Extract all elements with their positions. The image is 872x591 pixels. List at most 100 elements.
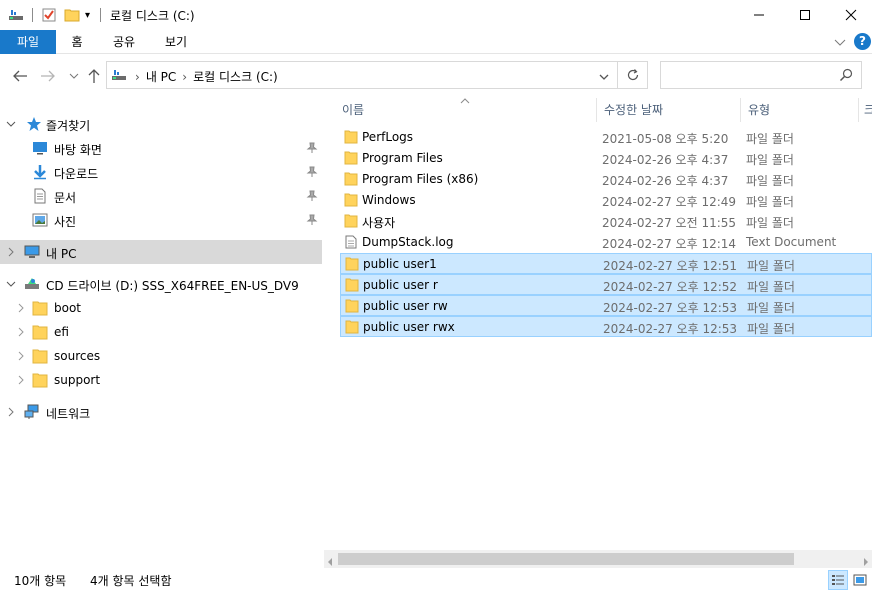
properties-icon[interactable]: [41, 5, 57, 25]
pin-icon[interactable]: [306, 166, 318, 178]
download-icon: [34, 165, 46, 180]
details-view-button[interactable]: [828, 570, 848, 590]
file-date: 2021-05-08 오후 5:20: [602, 132, 729, 146]
file-row[interactable]: public user r 2024-02-27 오후 12:52 파일 폴더: [340, 274, 872, 295]
breadcrumb-separator[interactable]: ›: [135, 70, 140, 84]
file-row[interactable]: public user1 2024-02-27 오후 12:51 파일 폴더: [340, 253, 872, 274]
sidebar-item-quick-access[interactable]: 즐겨찾기: [0, 112, 322, 136]
back-button[interactable]: [10, 66, 30, 86]
sidebar-item-label: 문서: [54, 191, 77, 205]
close-button[interactable]: [828, 0, 872, 30]
drive-icon[interactable]: [8, 5, 24, 25]
sidebar-item-label: 즐겨찾기: [46, 119, 91, 133]
search-input[interactable]: [660, 61, 862, 89]
pin-icon[interactable]: [306, 190, 318, 202]
file-row[interactable]: DumpStack.log 2024-02-27 오후 12:14 Text Doc…: [340, 232, 872, 253]
column-divider[interactable]: [740, 98, 741, 122]
sidebar-item-efi[interactable]: efi: [0, 320, 322, 344]
file-row[interactable]: Program Files 2024-02-26 오후 4:37 파일 폴더: [340, 148, 872, 169]
scrollbar-thumb[interactable]: [338, 553, 794, 565]
help-icon[interactable]: ?: [854, 33, 871, 50]
customize-quick-access-icon[interactable]: ▾: [85, 5, 90, 25]
minimize-button[interactable]: [736, 0, 782, 30]
breadcrumb-this-pc[interactable]: 내 PC: [146, 68, 176, 85]
file-type: 파일 폴더: [747, 280, 795, 294]
file-date: 2024-02-26 오후 4:37: [602, 174, 729, 188]
pin-icon[interactable]: [306, 214, 318, 226]
horizontal-scrollbar[interactable]: [324, 550, 872, 568]
toolbar-divider: [100, 8, 101, 22]
file-type: 파일 폴더: [747, 322, 795, 336]
column-header-type[interactable]: 유형: [748, 96, 770, 124]
sidebar-item-desktop[interactable]: 바탕 화면: [0, 136, 322, 160]
sidebar-item-support[interactable]: support: [0, 368, 322, 392]
file-list: 이름 수정한 날짜 유형 크 PerfLogs 2021-05-08 오후 5:2…: [324, 96, 872, 568]
column-header-date[interactable]: 수정한 날짜: [604, 96, 663, 124]
tab-home[interactable]: 홈: [60, 30, 94, 54]
sidebar-item-sources[interactable]: sources: [0, 344, 322, 368]
file-name: DumpStack.log: [362, 235, 454, 249]
file-date: 2024-02-27 오후 12:49: [602, 195, 737, 209]
sidebar-item-cd-drive[interactable]: CD 드라이브 (D:) SSS_X64FREE_EN-US_DV9: [0, 272, 322, 296]
chevron-right-icon[interactable]: [16, 303, 26, 313]
file-row[interactable]: 사용자 2024-02-27 오전 11:55 파일 폴더: [340, 211, 872, 232]
file-row[interactable]: PerfLogs 2021-05-08 오후 5:20 파일 폴더: [340, 127, 872, 148]
sidebar-item-label: efi: [54, 325, 69, 339]
column-divider[interactable]: [596, 98, 597, 122]
file-name: Windows: [362, 193, 416, 207]
sidebar-item-boot[interactable]: boot: [0, 296, 322, 320]
refresh-button[interactable]: [618, 61, 648, 89]
sidebar-item-pictures[interactable]: 사진: [0, 208, 322, 232]
scroll-left-icon[interactable]: [327, 555, 333, 569]
folder-icon: [344, 151, 358, 165]
breadcrumb-separator[interactable]: ›: [182, 70, 187, 84]
file-name: public user rwx: [363, 320, 455, 334]
large-icons-view-button[interactable]: [850, 570, 870, 590]
file-date: 2024-02-27 오후 12:51: [603, 259, 738, 273]
sidebar-item-label: CD 드라이브 (D:) SSS_X64FREE_EN-US_DV9: [46, 279, 299, 293]
address-bar[interactable]: › 내 PC › 로컬 디스크 (C:): [106, 61, 618, 89]
recent-locations-button[interactable]: [64, 66, 84, 86]
file-row[interactable]: public user rw 2024-02-27 오후 12:53 파일 폴더: [340, 295, 872, 316]
new-folder-icon[interactable]: [64, 5, 80, 25]
chevron-right-icon[interactable]: [6, 247, 16, 257]
forward-button[interactable]: [38, 66, 58, 86]
sidebar-item-this-pc[interactable]: 내 PC: [0, 240, 322, 264]
scroll-right-icon[interactable]: [863, 555, 869, 569]
file-date: 2024-02-27 오후 12:14: [602, 237, 737, 251]
search-icon[interactable]: [839, 68, 853, 85]
file-name: PerfLogs: [362, 130, 414, 144]
file-row[interactable]: Windows 2024-02-27 오후 12:49 파일 폴더: [340, 190, 872, 211]
tab-file[interactable]: 파일: [0, 30, 56, 54]
file-row[interactable]: public user rwx 2024-02-27 오후 12:53 파일 폴더: [340, 316, 872, 337]
sidebar-item-documents[interactable]: 문서: [0, 184, 322, 208]
breadcrumb-local-disk[interactable]: 로컬 디스크 (C:): [193, 68, 278, 85]
sidebar-item-downloads[interactable]: 다운로드: [0, 160, 322, 184]
chevron-right-icon[interactable]: [16, 375, 26, 385]
chevron-right-icon[interactable]: [16, 351, 26, 361]
file-name: Program Files (x86): [362, 172, 479, 186]
file-row[interactable]: Program Files (x86) 2024-02-26 오후 4:37 파일 …: [340, 169, 872, 190]
pictures-icon: [32, 213, 48, 227]
chevron-right-icon[interactable]: [6, 407, 16, 417]
sidebar-item-label: 다운로드: [54, 167, 99, 181]
tab-share[interactable]: 공유: [104, 30, 144, 54]
tab-view[interactable]: 보기: [156, 30, 196, 54]
pin-icon[interactable]: [306, 142, 318, 154]
chevron-down-icon[interactable]: [6, 119, 16, 129]
folder-icon: [345, 320, 359, 334]
chevron-right-icon[interactable]: [16, 327, 26, 337]
column-header-size[interactable]: 크: [864, 96, 872, 124]
column-divider[interactable]: [858, 98, 859, 122]
cd-drive-icon: [25, 278, 39, 289]
up-button[interactable]: [84, 66, 104, 86]
expand-ribbon-icon[interactable]: [834, 36, 846, 50]
sidebar-item-network[interactable]: 네트워크: [0, 400, 322, 424]
file-date: 2024-02-26 오후 4:37: [602, 153, 729, 167]
column-header-name[interactable]: 이름: [342, 96, 364, 124]
file-type: 파일 폴더: [746, 153, 794, 167]
maximize-button[interactable]: [782, 0, 828, 30]
chevron-down-icon[interactable]: [6, 279, 16, 289]
navigation-pane: 즐겨찾기 바탕 화면 다운로드 문서 사진 내 PC CD 드라이브 (D:) …: [0, 108, 324, 568]
address-dropdown-icon[interactable]: [599, 70, 609, 84]
